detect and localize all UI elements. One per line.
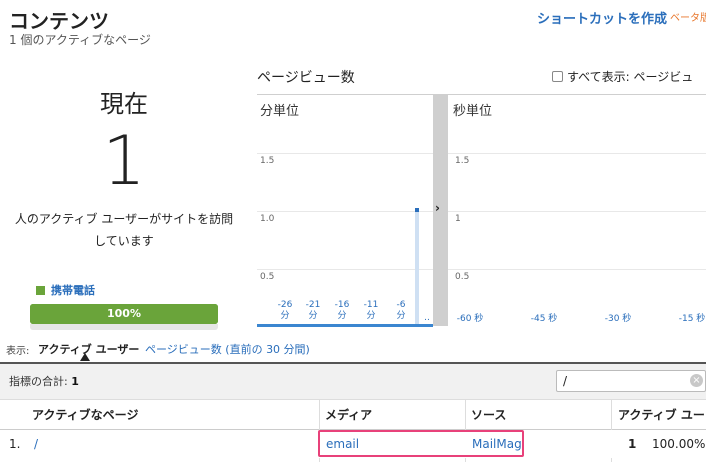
minute-xtick: -26 分 bbox=[274, 300, 296, 322]
minute-gridline bbox=[257, 211, 433, 212]
caret-up-icon bbox=[80, 353, 90, 361]
minute-xtick: -21 分 bbox=[302, 300, 324, 322]
column-header-active-users[interactable]: アクティブ ユー bbox=[618, 406, 705, 423]
chevron-right-icon[interactable]: › bbox=[435, 201, 440, 215]
seconds-gridline bbox=[448, 153, 706, 154]
view-option-pageviews[interactable]: ページビュー数 (直前の 30 分間) bbox=[145, 341, 310, 357]
seconds-xtick: -30 秒 bbox=[604, 314, 632, 324]
now-label: 現在 bbox=[100, 90, 148, 118]
clear-icon[interactable]: × bbox=[690, 374, 703, 387]
view-label: 表示: bbox=[6, 346, 30, 357]
minute-xtick-value: -6 bbox=[396, 300, 406, 310]
row-active-users: 1 bbox=[628, 437, 637, 451]
create-shortcut-link[interactable]: ショートカットを作成 bbox=[537, 8, 667, 27]
metrics-total: 指標の合計: 1 bbox=[9, 373, 79, 389]
minute-xtick-value: -11 bbox=[363, 300, 379, 310]
minute-xtick-unit: 分 bbox=[396, 311, 406, 321]
device-share-text: 100% bbox=[107, 307, 141, 320]
minute-xtick-value: -21 bbox=[305, 300, 321, 310]
seconds-ytick: 1.5 bbox=[455, 156, 470, 166]
minute-xtick: -16 分 bbox=[331, 300, 353, 322]
mobile-legend-swatch bbox=[36, 286, 45, 295]
active-users-count: 1 bbox=[102, 122, 146, 201]
row-page-link[interactable]: / bbox=[34, 437, 38, 451]
device-share-shadow bbox=[30, 324, 218, 330]
minute-ytick: 1.0 bbox=[260, 214, 275, 224]
minute-xtick-unit: 分 bbox=[337, 311, 347, 321]
seconds-ytick: 1 bbox=[455, 214, 461, 224]
minute-chart: 分単位 1.5 1.0 0.5 -26 分 -21 分 -16 分 -11 分 … bbox=[257, 94, 433, 327]
description-line-2: しています bbox=[94, 234, 154, 248]
metrics-total-value: 1 bbox=[71, 375, 79, 388]
page-title: コンテンツ bbox=[9, 9, 109, 33]
minute-xtick: .. bbox=[421, 313, 433, 324]
minute-chart-title: 分単位 bbox=[260, 104, 300, 119]
seconds-xtick: -15 秒 bbox=[678, 314, 706, 324]
seconds-ytick: 0.5 bbox=[455, 272, 470, 282]
show-all-checkbox[interactable] bbox=[552, 71, 563, 82]
minute-bar-highlight bbox=[415, 212, 419, 324]
show-all-label: すべて表示: ページビュ bbox=[567, 70, 694, 84]
minute-xtick-unit: 分 bbox=[308, 311, 318, 321]
minute-baseline bbox=[257, 324, 433, 327]
minute-xtick-value: -16 bbox=[334, 300, 350, 310]
seconds-chart: 秒単位 1.5 1 0.5 -60 秒 -45 秒 -30 秒 -15 秒 bbox=[448, 94, 706, 326]
minute-ytick: 0.5 bbox=[260, 272, 275, 282]
minute-xtick-unit: 分 bbox=[366, 311, 376, 321]
column-header-source[interactable]: ソース bbox=[471, 406, 506, 423]
seconds-gridline bbox=[448, 269, 706, 270]
seconds-chart-title: 秒単位 bbox=[453, 104, 493, 119]
seconds-xtick: -45 秒 bbox=[530, 314, 558, 324]
active-users-description: 人のアクティブ ユーザーがサイトを訪問 しています bbox=[0, 208, 248, 252]
minute-xtick: -6 分 bbox=[390, 300, 412, 322]
minute-xtick-value: -26 bbox=[277, 300, 293, 310]
minute-xtick-unit: 分 bbox=[280, 311, 290, 321]
row-share: 100.00% bbox=[652, 437, 706, 451]
column-header-medium[interactable]: メディア bbox=[325, 406, 372, 423]
pageviews-title: ページビュー数 bbox=[257, 70, 355, 86]
active-pages-count: 1 個のアクティブなページ bbox=[9, 33, 151, 47]
minute-gridline bbox=[257, 269, 433, 270]
minute-xtick: -11 分 bbox=[360, 300, 382, 322]
beta-link[interactable]: ベータ版 bbox=[670, 9, 706, 24]
mobile-legend-label: 携帯電話 bbox=[51, 284, 95, 297]
highlight-box bbox=[318, 430, 524, 457]
minute-ytick: 1.5 bbox=[260, 156, 275, 166]
column-header-page[interactable]: アクティブなページ bbox=[32, 406, 138, 423]
minute-gridline bbox=[257, 153, 433, 154]
description-line-1: 人のアクティブ ユーザーがサイトを訪問 bbox=[14, 212, 234, 226]
row-index: 1. bbox=[9, 437, 21, 451]
filter-input[interactable]: / bbox=[556, 370, 706, 392]
metrics-total-label: 指標の合計: bbox=[9, 375, 68, 388]
seconds-xtick: -60 秒 bbox=[456, 314, 484, 324]
minute-xtick-value: .. bbox=[424, 313, 430, 323]
show-all-toggle[interactable]: すべて表示: ページビュ bbox=[552, 68, 693, 85]
seconds-gridline bbox=[448, 211, 706, 212]
